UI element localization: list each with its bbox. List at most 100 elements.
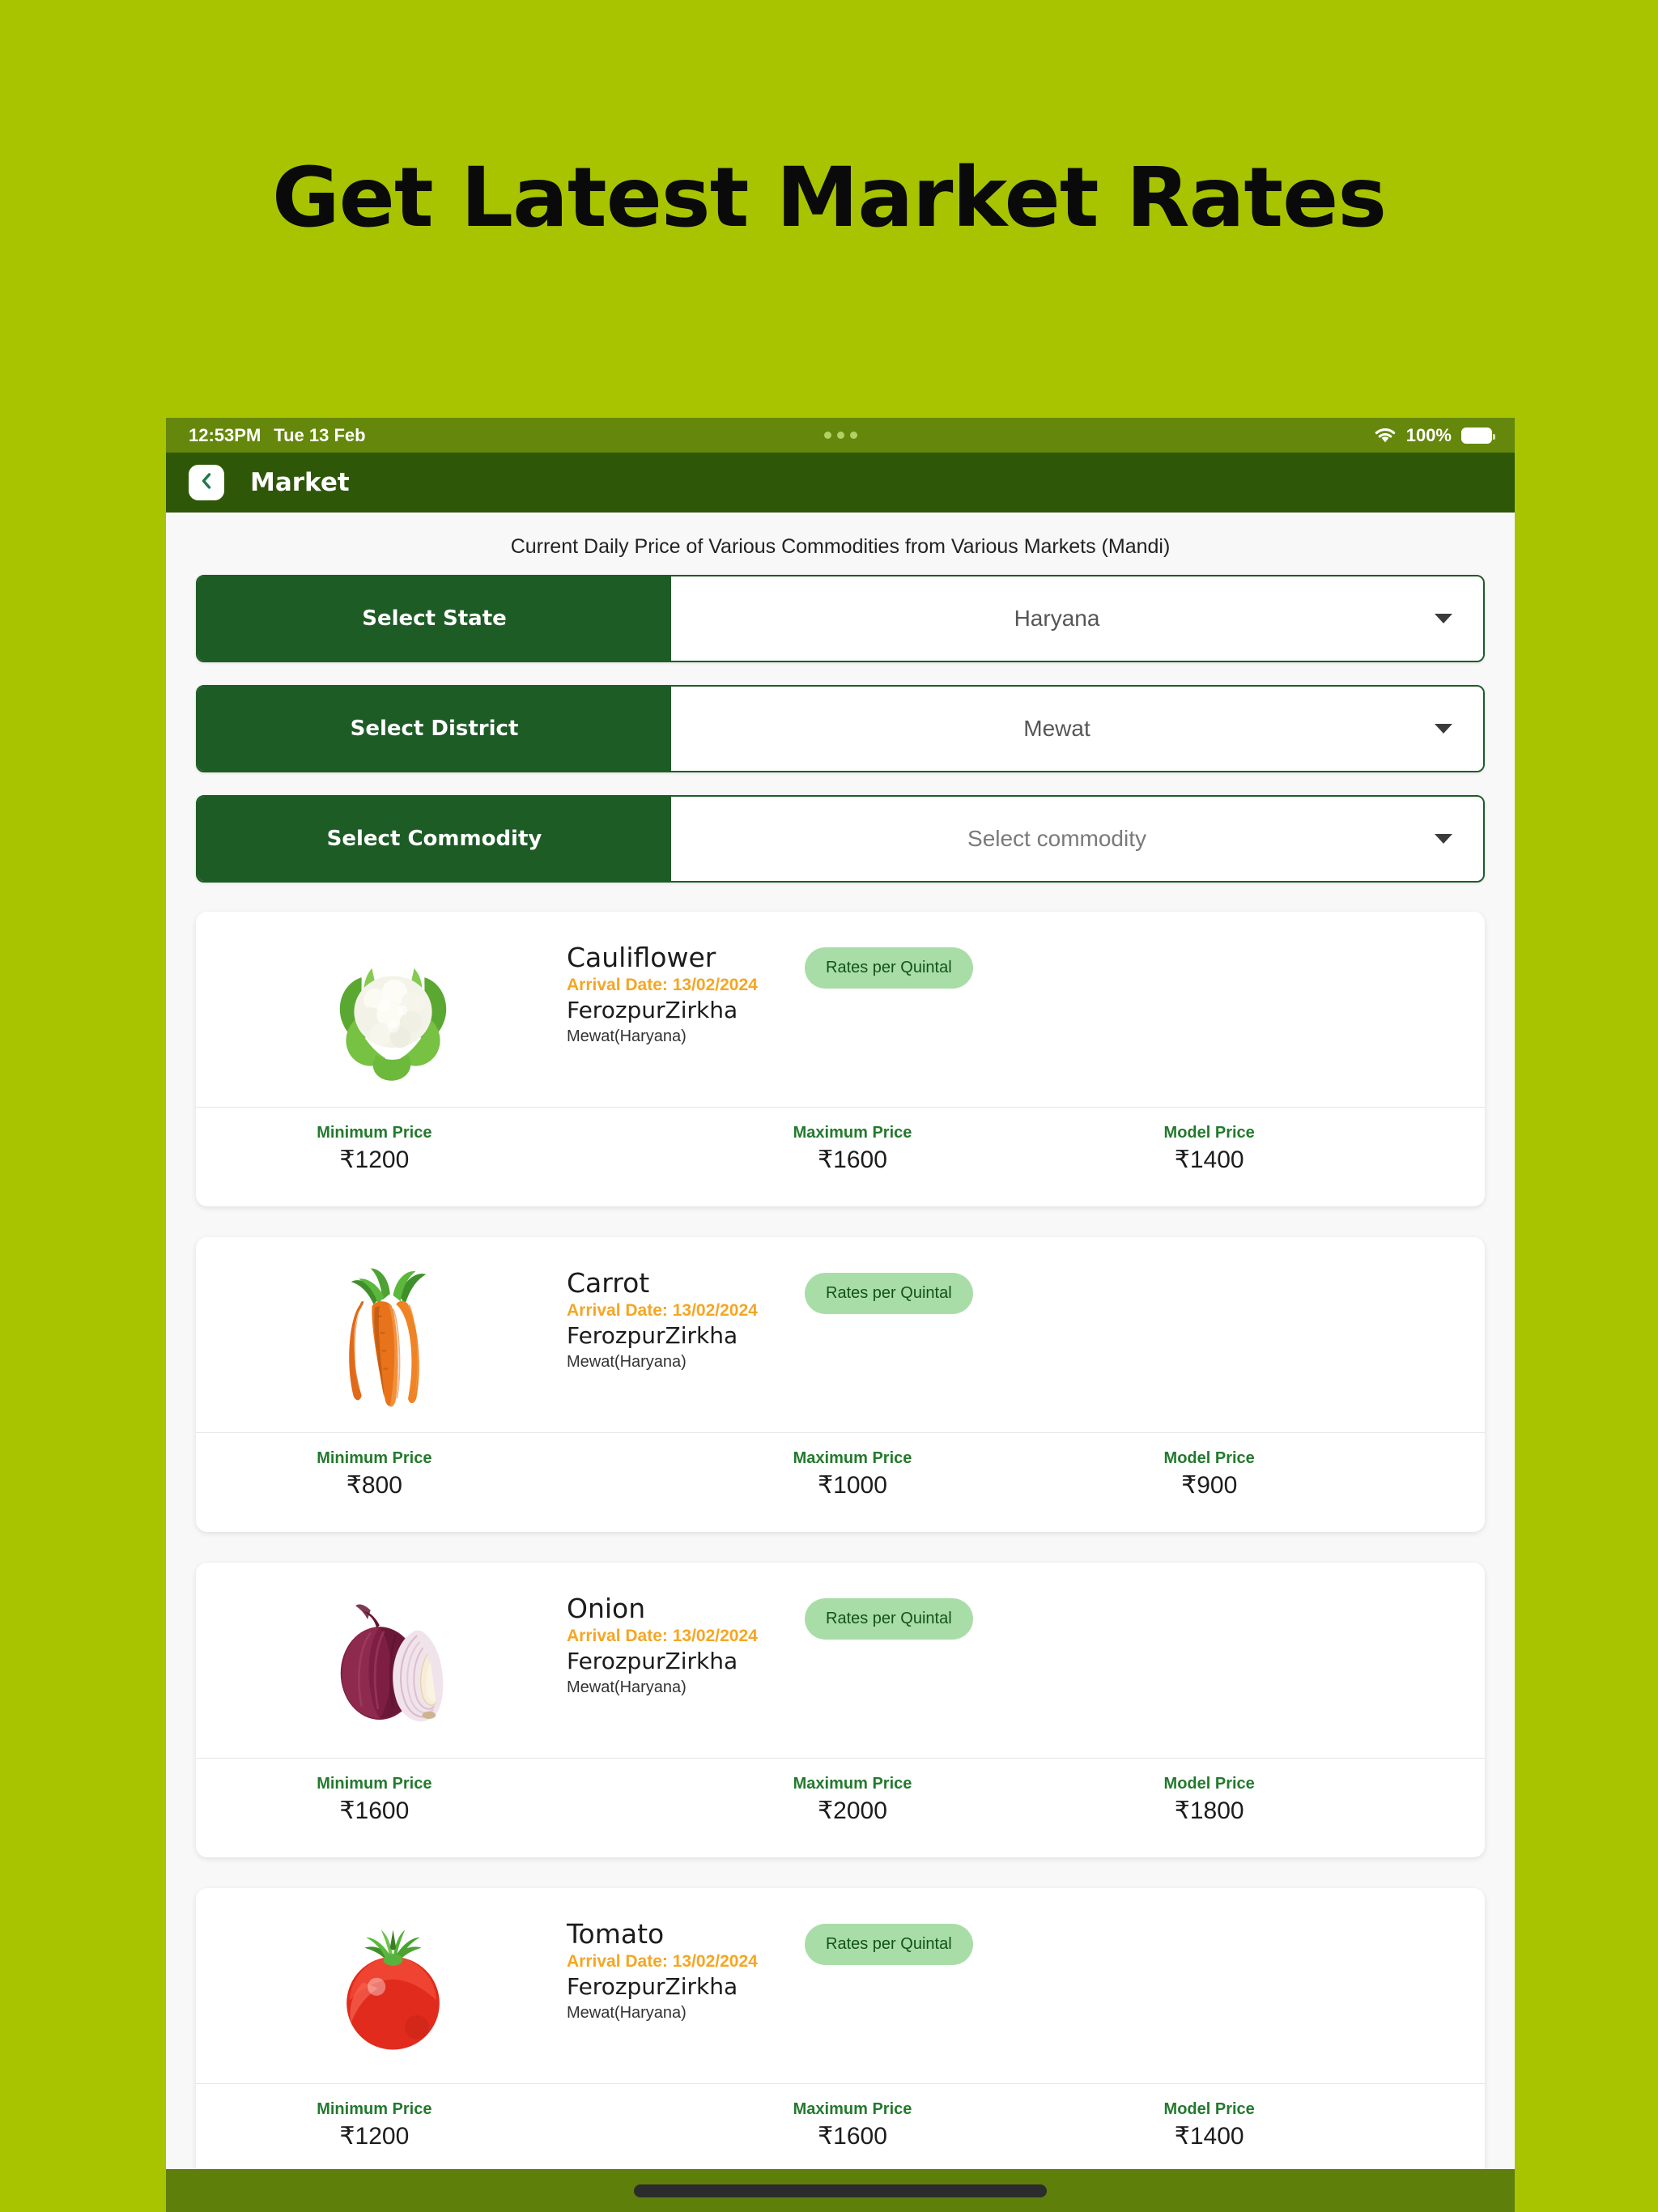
commodity-image-wrap [219,1257,567,1418]
maximum-price-value: ₹1000 [818,1472,887,1499]
back-button[interactable] [189,465,224,500]
commodity-card[interactable]: Tomato Arrival Date: 13/02/2024 Ferozpur… [196,1888,1485,2183]
commodity-market: FerozpurZirkha [567,996,738,1023]
minimum-price-label: Minimum Price [317,1775,432,1793]
commodity-card[interactable]: Onion Arrival Date: 13/02/2024 FerozpurZ… [196,1563,1485,1857]
minimum-price-cell: Minimum Price ₹1200 [196,2100,674,2150]
minimum-price-label: Minimum Price [317,1124,432,1142]
model-price-cell: Model Price ₹1400 [1031,1124,1485,1174]
select-district-row[interactable]: Select District Mewat [196,685,1485,772]
minimum-price-cell: Minimum Price ₹1200 [196,1124,674,1174]
model-price-value: ₹900 [1181,1472,1238,1499]
commodity-info-text: Tomato Arrival Date: 13/02/2024 Ferozpur… [567,1918,785,2023]
home-indicator[interactable] [634,2184,1047,2197]
maximum-price-value: ₹1600 [818,2123,887,2150]
commodity-info: Cauliflower Arrival Date: 13/02/2024 Fer… [567,931,1462,1046]
maximum-price-label: Maximum Price [793,1449,912,1467]
commodity-card[interactable]: Carrot Arrival Date: 13/02/2024 Ferozpur… [196,1237,1485,1532]
commodity-market: FerozpurZirkha [567,1321,738,1349]
commodity-list: Cauliflower Arrival Date: 13/02/2024 Fer… [166,905,1515,2183]
select-state-dropdown[interactable]: Haryana [671,576,1483,661]
select-commodity-value: Select commodity [967,826,1146,851]
select-commodity-label: Select Commodity [198,797,671,881]
commodity-card[interactable]: Cauliflower Arrival Date: 13/02/2024 Fer… [196,912,1485,1206]
commodity-price-row: Minimum Price ₹800 Maximum Price ₹1000 M… [196,1432,1485,1532]
select-district-dropdown[interactable]: Mewat [671,687,1483,771]
status-date: Tue 13 Feb [274,424,366,445]
device-screen: 12:53PM Tue 13 Feb 100% Market Current D… [166,418,1515,2212]
status-time: 12:53PM [189,424,261,445]
select-state-value: Haryana [1014,606,1100,631]
dot-icon [849,432,857,439]
status-bar-right: 100% [1374,424,1495,446]
chevron-left-icon [198,471,215,495]
page-subtitle: Current Daily Price of Various Commoditi… [510,535,1171,558]
commodity-market: FerozpurZirkha [567,1972,738,2000]
app-bar: Market [166,453,1515,513]
commodity-district: Mewat(Haryana) [567,1027,687,1045]
commodity-info: Onion Arrival Date: 13/02/2024 FerozpurZ… [567,1582,1462,1697]
tomato-image [346,1929,440,2050]
status-bar: 12:53PM Tue 13 Feb 100% [166,418,1515,453]
rates-per-quintal-badge: Rates per Quintal [805,1273,973,1314]
battery-percent-label: 100% [1405,424,1452,445]
commodity-card-header: Cauliflower Arrival Date: 13/02/2024 Fer… [196,912,1485,1107]
model-price-value: ₹1400 [1174,1146,1244,1173]
minimum-price-label: Minimum Price [317,2100,432,2118]
rates-per-quintal-badge: Rates per Quintal [805,1924,973,1965]
page-root: Get Latest Market Rates 12:53PM Tue 13 F… [0,0,1658,2212]
select-district-value: Mewat [1023,716,1090,741]
maximum-price-value: ₹2000 [818,1797,887,1824]
commodity-name: Tomato [567,1918,665,1950]
main-content: Current Daily Price of Various Commoditi… [166,513,1515,2212]
select-commodity-dropdown[interactable]: Select commodity [671,797,1483,881]
dynamic-island-dots [166,432,1515,439]
commodity-card-header: Onion Arrival Date: 13/02/2024 FerozpurZ… [196,1563,1485,1758]
commodity-price-row: Minimum Price ₹1200 Maximum Price ₹1600 … [196,1107,1485,1206]
commodity-arrival-date: Arrival Date: 13/02/2024 [567,1626,758,1645]
maximum-price-cell: Maximum Price ₹1000 [674,1449,1031,1499]
battery-full-icon [1461,427,1495,444]
commodity-arrival-date: Arrival Date: 13/02/2024 [567,1300,758,1320]
minimum-price-value: ₹800 [346,1472,402,1499]
commodity-card-header: Tomato Arrival Date: 13/02/2024 Ferozpur… [196,1888,1485,2083]
onion-image [340,1604,443,1722]
dot-icon [823,432,831,439]
chevron-down-icon [1435,614,1452,623]
model-price-cell: Model Price ₹1400 [1031,2100,1485,2150]
model-price-label: Model Price [1163,1449,1255,1467]
commodity-name: Onion [567,1593,646,1624]
select-state-row[interactable]: Select State Haryana [196,575,1485,662]
maximum-price-label: Maximum Price [793,1775,912,1793]
minimum-price-label: Minimum Price [317,1449,432,1467]
selector-group: Select State Haryana Select District Mew… [166,575,1515,883]
model-price-label: Model Price [1163,1775,1255,1793]
minimum-price-cell: Minimum Price ₹1600 [196,1775,674,1825]
model-price-cell: Model Price ₹1800 [1031,1775,1485,1825]
commodity-price-row: Minimum Price ₹1200 Maximum Price ₹1600 … [196,2083,1485,2183]
select-state-label: Select State [198,576,671,661]
commodity-info-text: Onion Arrival Date: 13/02/2024 FerozpurZ… [567,1593,785,1697]
rates-per-quintal-badge: Rates per Quintal [805,947,973,989]
maximum-price-cell: Maximum Price ₹1600 [674,1124,1031,1174]
chevron-down-icon [1435,724,1452,734]
model-price-cell: Model Price ₹900 [1031,1449,1485,1499]
select-commodity-row[interactable]: Select Commodity Select commodity [196,795,1485,883]
carrot-image [348,1268,426,1407]
dot-icon [836,432,844,439]
model-price-label: Model Price [1163,2100,1255,2118]
select-district-label: Select District [198,687,671,771]
minimum-price-value: ₹1200 [339,2123,410,2150]
home-indicator-bar [166,2169,1515,2212]
app-bar-title: Market [250,468,350,497]
model-price-value: ₹1400 [1174,2123,1244,2150]
commodity-price-row: Minimum Price ₹1600 Maximum Price ₹2000 … [196,1758,1485,1857]
status-bar-left: 12:53PM Tue 13 Feb [189,425,366,446]
commodity-image-wrap [219,1908,567,2069]
maximum-price-label: Maximum Price [793,1124,912,1142]
minimum-price-cell: Minimum Price ₹800 [196,1449,674,1499]
wifi-icon [1374,427,1397,444]
page-title: Get Latest Market Rates [271,150,1387,246]
rates-per-quintal-badge: Rates per Quintal [805,1598,973,1640]
chevron-down-icon [1435,834,1452,844]
